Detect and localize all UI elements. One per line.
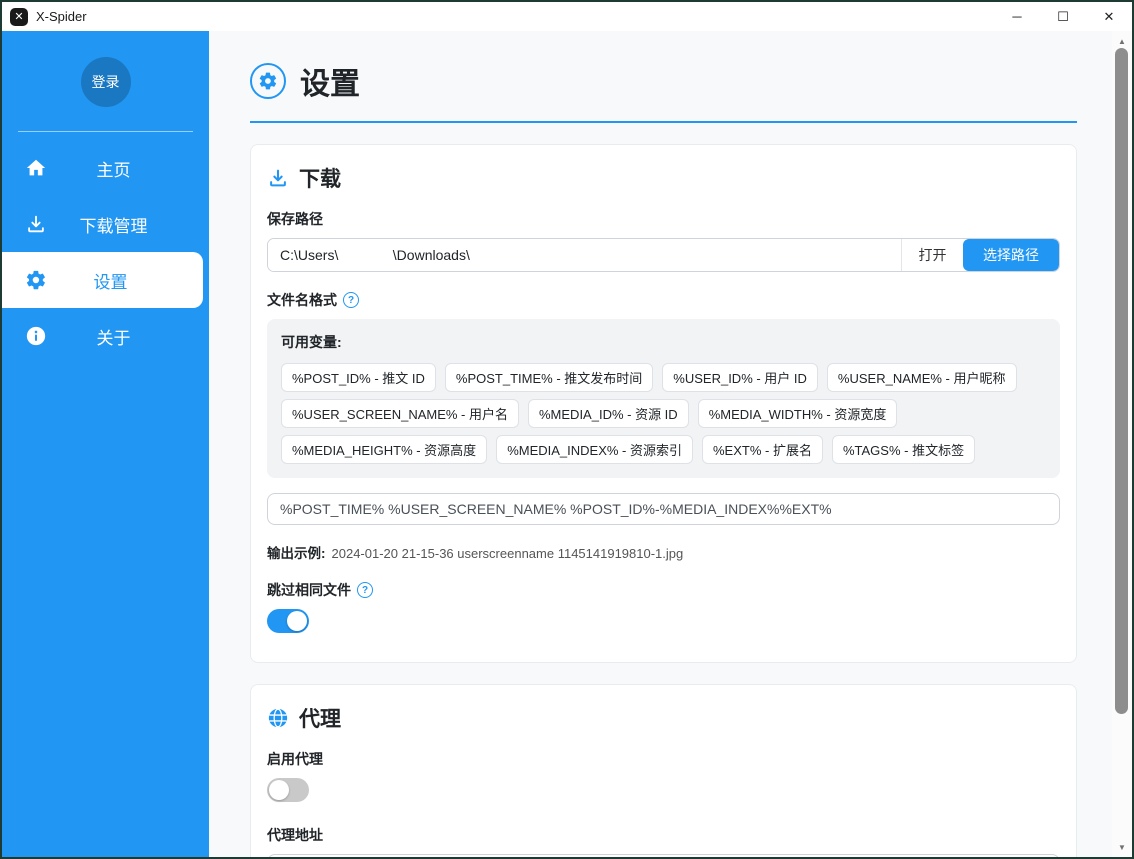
proxy-settings-card: 代理 启用代理 代理地址	[250, 684, 1077, 859]
variables-label: 可用变量:	[281, 332, 1046, 352]
proxy-section-title: 代理	[299, 703, 341, 733]
variables-list: %POST_ID% - 推文 ID %POST_TIME% - 推文发布时间 %US…	[281, 363, 1046, 464]
sidebar-item-settings[interactable]: 设置	[2, 252, 203, 308]
page-header: 设置	[250, 59, 1112, 103]
variable-chip[interactable]: %MEDIA_INDEX% - 资源索引	[496, 435, 693, 464]
login-button[interactable]: 登录	[81, 57, 131, 107]
output-example: 输出示例: 2024-01-20 21-15-36 userscreenname…	[267, 542, 1060, 562]
enable-proxy-label: 启用代理	[267, 749, 1060, 769]
output-example-value: 2024-01-20 21-15-36 userscreenname 11451…	[332, 546, 684, 561]
sidebar-item-label: 关于	[48, 324, 209, 349]
variable-chip[interactable]: %USER_SCREEN_NAME% - 用户名	[281, 399, 519, 428]
sidebar: 登录 主页 下载管理 设置 关于	[2, 31, 209, 857]
info-icon	[24, 324, 48, 348]
download-settings-card: 下载 保存路径 打开 选择路径 文件名格式 ? 可用变量: %POST_ID% …	[250, 144, 1077, 663]
settings-gear-icon	[250, 63, 286, 99]
scrollbar-thumb[interactable]	[1115, 48, 1128, 714]
sidebar-item-label: 设置	[48, 268, 203, 293]
filename-format-input[interactable]	[267, 493, 1060, 525]
sidebar-divider	[18, 131, 193, 132]
skip-same-help-icon[interactable]: ?	[357, 582, 373, 598]
page-title: 设置	[300, 59, 360, 103]
title-bar: ✕ X-Spider ─ ☐ ✕	[2, 2, 1132, 31]
gear-icon	[24, 268, 48, 292]
proxy-address-input[interactable]	[267, 854, 1060, 859]
window-controls: ─ ☐ ✕	[994, 2, 1132, 31]
skip-same-toggle[interactable]	[267, 609, 309, 633]
variable-chip[interactable]: %MEDIA_HEIGHT% - 资源高度	[281, 435, 487, 464]
variable-chip[interactable]: %MEDIA_WIDTH% - 资源宽度	[698, 399, 898, 428]
scroll-down-icon[interactable]: ▼	[1112, 839, 1132, 855]
variable-chip[interactable]: %USER_ID% - 用户 ID	[662, 363, 818, 392]
save-path-input[interactable]	[268, 239, 901, 271]
header-divider	[250, 121, 1077, 123]
download-icon	[24, 212, 48, 236]
variable-chip[interactable]: %POST_ID% - 推文 ID	[281, 363, 436, 392]
globe-icon	[267, 707, 289, 729]
scroll-up-icon[interactable]: ▲	[1112, 33, 1132, 49]
sidebar-item-label: 主页	[48, 156, 209, 181]
main-scrollbar[interactable]: ▲ ▼	[1112, 31, 1132, 857]
download-section-title: 下载	[299, 163, 341, 193]
filename-format-help-icon[interactable]: ?	[343, 292, 359, 308]
sidebar-item-home[interactable]: 主页	[2, 140, 209, 196]
choose-path-button[interactable]: 选择路径	[963, 239, 1059, 271]
home-icon	[24, 156, 48, 180]
download-section-icon	[267, 167, 289, 189]
open-path-button[interactable]: 打开	[901, 239, 963, 271]
maximize-button[interactable]: ☐	[1040, 2, 1086, 31]
minimize-button[interactable]: ─	[994, 2, 1040, 31]
output-example-label: 输出示例:	[267, 542, 326, 562]
variable-chip[interactable]: %EXT% - 扩展名	[702, 435, 823, 464]
variable-chip[interactable]: %USER_NAME% - 用户昵称	[827, 363, 1017, 392]
variables-panel: 可用变量: %POST_ID% - 推文 ID %POST_TIME% - 推文发…	[267, 319, 1060, 478]
sidebar-item-label: 下载管理	[48, 212, 209, 237]
app-title: X-Spider	[36, 9, 87, 24]
sidebar-item-downloads[interactable]: 下载管理	[2, 196, 209, 252]
proxy-address-label: 代理地址	[267, 825, 1060, 845]
app-logo-icon: ✕	[10, 8, 28, 26]
variable-chip[interactable]: %MEDIA_ID% - 资源 ID	[528, 399, 689, 428]
close-button[interactable]: ✕	[1086, 2, 1132, 31]
sidebar-item-about[interactable]: 关于	[2, 308, 209, 364]
enable-proxy-toggle[interactable]	[267, 778, 309, 802]
save-path-group: 打开 选择路径	[267, 238, 1060, 272]
variable-chip[interactable]: %POST_TIME% - 推文发布时间	[445, 363, 653, 392]
skip-same-label: 跳过相同文件 ?	[267, 580, 1060, 600]
app-window: ✕ X-Spider ─ ☐ ✕ 登录 主页 下载管理	[0, 0, 1134, 859]
save-path-label: 保存路径	[267, 209, 1060, 229]
settings-page: 设置 下载 保存路径 打开 选择路径 文件名格式 ? 可用变量:	[209, 31, 1112, 857]
variable-chip[interactable]: %TAGS% - 推文标签	[832, 435, 975, 464]
filename-format-label: 文件名格式 ?	[267, 290, 1060, 310]
